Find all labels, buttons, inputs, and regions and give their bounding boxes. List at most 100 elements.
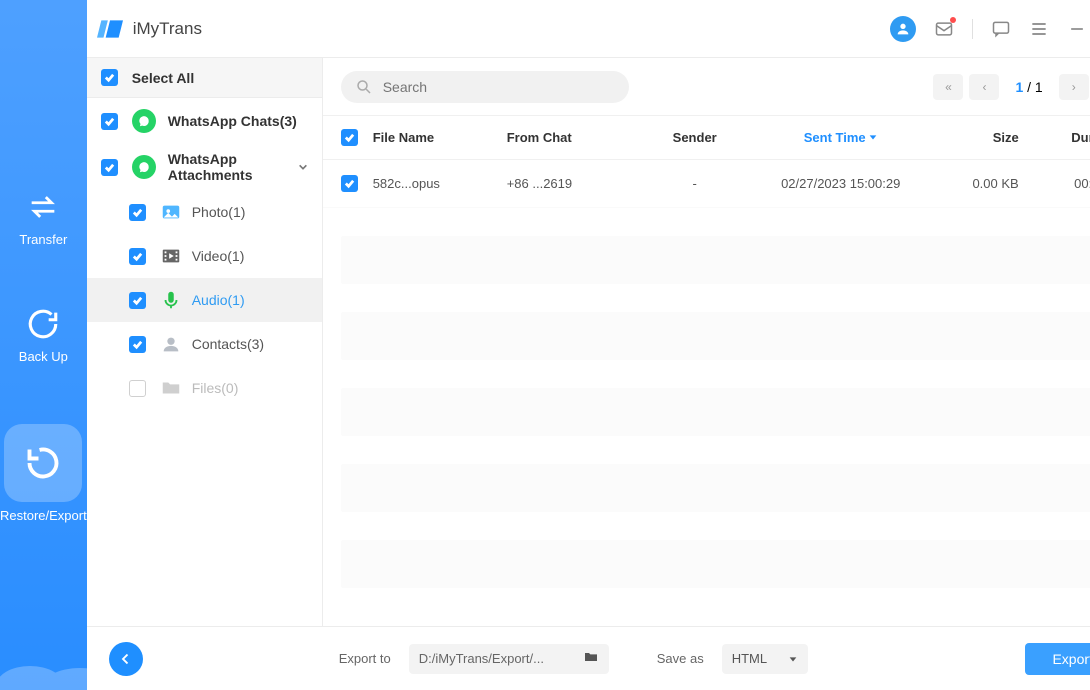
tree-attachments-label: WhatsApp Attachments	[168, 151, 298, 183]
cell-sent: 02/27/2023 15:00:29	[753, 176, 929, 191]
video-icon	[160, 245, 182, 267]
select-all-checkbox[interactable]	[101, 69, 118, 86]
pager: « ‹ 1 / 1 › »	[933, 74, 1090, 100]
table-header: File Name From Chat Sender Sent Time Siz…	[323, 116, 1090, 160]
cell-file: 582c...opus	[373, 176, 507, 191]
tree-sub-contacts[interactable]: Contacts(3)	[87, 322, 322, 366]
restore-icon	[25, 445, 61, 481]
cell-size: 0.00 KB	[929, 176, 1019, 191]
export-path-box[interactable]: D:/iMyTrans/Export/...	[409, 644, 609, 674]
sort-desc-icon	[868, 132, 878, 142]
row-checkbox[interactable]	[341, 175, 358, 192]
nav-restore-highlight	[4, 424, 82, 502]
header: iMyTrans	[87, 0, 1090, 58]
file-table: File Name From Chat Sender Sent Time Siz…	[323, 116, 1090, 626]
sidebar-tree: Select All WhatsApp Chats(3) WhatsApp At…	[87, 58, 323, 626]
empty-row	[341, 388, 1090, 436]
account-icon[interactable]	[890, 16, 916, 42]
content-toolbar: « ‹ 1 / 1 › »	[323, 58, 1090, 116]
th-duration[interactable]: Duration	[1019, 130, 1090, 145]
tree-files-label: Files(0)	[192, 380, 239, 396]
tree-contacts-label: Contacts(3)	[192, 336, 264, 352]
app-root: Transfer Back Up Restore/Export iMyTrans	[0, 0, 1090, 690]
checkbox[interactable]	[129, 336, 146, 353]
th-from[interactable]: From Chat	[507, 130, 637, 145]
footer: Export to D:/iMyTrans/Export/... Save as…	[87, 626, 1090, 690]
divider	[972, 19, 973, 39]
pager-prev[interactable]: ‹	[969, 74, 999, 100]
tree-whatsapp-attachments[interactable]: WhatsApp Attachments	[87, 144, 322, 190]
checkbox-empty[interactable]	[129, 380, 146, 397]
left-navbar: Transfer Back Up Restore/Export	[0, 0, 87, 690]
photo-icon	[160, 201, 182, 223]
app-logo: iMyTrans	[97, 16, 202, 42]
th-size[interactable]: Size	[929, 130, 1019, 145]
search-icon	[355, 78, 373, 96]
tree-sub-files[interactable]: Files(0)	[87, 366, 322, 410]
whatsapp-icon	[132, 155, 156, 179]
microphone-icon	[160, 289, 182, 311]
nav-restore-label: Restore/Export	[0, 508, 87, 523]
logo-mark-icon	[97, 16, 123, 42]
tree-video-label: Video(1)	[192, 248, 245, 264]
th-file[interactable]: File Name	[373, 130, 507, 145]
tree-audio-label: Audio(1)	[192, 292, 245, 308]
th-sender[interactable]: Sender	[637, 130, 753, 145]
tree-whatsapp-chats[interactable]: WhatsApp Chats(3)	[87, 98, 322, 144]
save-as-label: Save as	[657, 651, 704, 666]
nav-backup[interactable]: Back Up	[19, 307, 68, 364]
body: Select All WhatsApp Chats(3) WhatsApp At…	[87, 58, 1090, 626]
search-input[interactable]	[383, 79, 615, 95]
app-title: iMyTrans	[133, 19, 202, 39]
folder-icon	[160, 377, 182, 399]
tree-sub-video[interactable]: Video(1)	[87, 234, 322, 278]
minimize-icon[interactable]	[1067, 19, 1087, 39]
cloud-decoration	[0, 630, 112, 690]
contacts-icon	[160, 333, 182, 355]
transfer-icon	[26, 190, 60, 224]
whatsapp-icon	[132, 109, 156, 133]
empty-row	[341, 464, 1090, 512]
tree-sub-photo[interactable]: Photo(1)	[87, 190, 322, 234]
tree-chats-label: WhatsApp Chats(3)	[168, 113, 297, 129]
th-sent-time[interactable]: Sent Time	[753, 130, 929, 145]
checkbox[interactable]	[101, 159, 118, 176]
back-button[interactable]	[109, 642, 143, 676]
empty-row	[341, 312, 1090, 360]
export-button[interactable]: Export	[1025, 643, 1090, 675]
cell-from: +86 ...2619	[507, 176, 637, 191]
nav-restore-export[interactable]: Restore/Export	[0, 424, 87, 523]
empty-row	[341, 236, 1090, 284]
feedback-icon[interactable]	[991, 19, 1011, 39]
header-checkbox[interactable]	[341, 129, 358, 146]
cell-sender: -	[637, 176, 753, 191]
folder-open-icon[interactable]	[583, 649, 599, 668]
tree-photo-label: Photo(1)	[192, 204, 246, 220]
checkbox[interactable]	[101, 113, 118, 130]
pager-next[interactable]: ›	[1059, 74, 1089, 100]
header-icons	[890, 16, 1090, 42]
nav-transfer-label: Transfer	[19, 232, 67, 247]
save-as-select[interactable]: HTML	[722, 644, 808, 674]
tree-sub-audio[interactable]: Audio(1)	[87, 278, 322, 322]
content-panel: « ‹ 1 / 1 › » File Name From Chat Sender…	[323, 58, 1090, 626]
export-path-text: D:/iMyTrans/Export/...	[419, 651, 544, 666]
checkbox[interactable]	[129, 248, 146, 265]
menu-icon[interactable]	[1029, 19, 1049, 39]
chevron-down-icon	[298, 159, 308, 175]
chevron-down-icon	[788, 654, 798, 664]
checkbox[interactable]	[129, 204, 146, 221]
pager-first[interactable]: «	[933, 74, 963, 100]
save-as-value: HTML	[732, 651, 767, 666]
search-box[interactable]	[341, 71, 629, 103]
nav-backup-label: Back Up	[19, 349, 68, 364]
nav-transfer[interactable]: Transfer	[19, 190, 67, 247]
select-all-row[interactable]: Select All	[87, 58, 322, 98]
select-all-label: Select All	[132, 70, 195, 86]
inbox-icon[interactable]	[934, 19, 954, 39]
pager-readout: 1 / 1	[1015, 79, 1042, 95]
main-panel: iMyTrans Select All	[87, 0, 1090, 690]
table-row[interactable]: 582c...opus +86 ...2619 - 02/27/2023 15:…	[323, 160, 1090, 208]
cell-dur: 00:00:02	[1019, 176, 1090, 191]
checkbox[interactable]	[129, 292, 146, 309]
